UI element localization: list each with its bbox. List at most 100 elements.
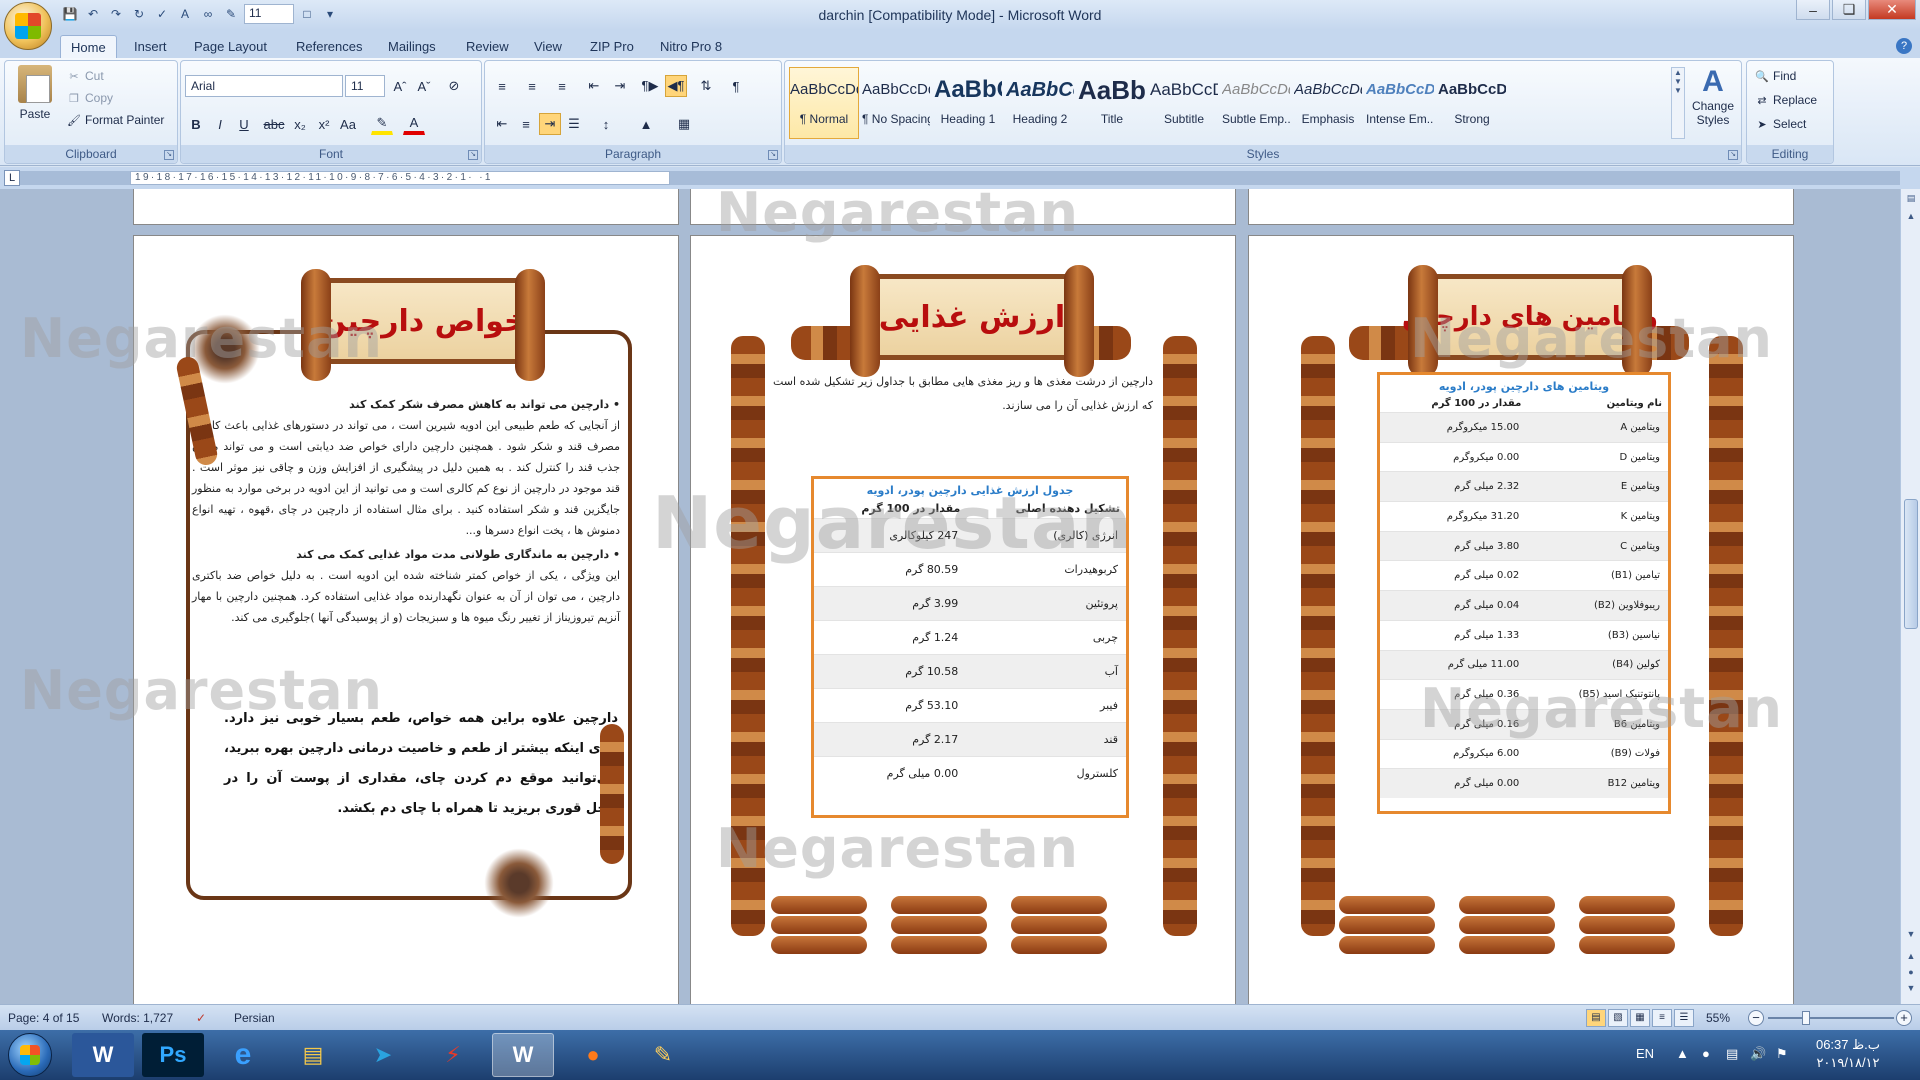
style-title[interactable]: AaBbC Title	[1077, 67, 1147, 139]
telegram-icon[interactable]: ➤	[352, 1033, 414, 1077]
tab-page-layout[interactable]: Page Layout	[184, 35, 277, 58]
style-emphasis[interactable]: AaBbCcDd Emphasis	[1293, 67, 1363, 139]
increase-indent-icon[interactable]: ⇥	[609, 75, 631, 97]
tab-view[interactable]: View	[524, 35, 572, 58]
multilevel-list-icon[interactable]: ≡	[551, 75, 573, 97]
style-heading-2[interactable]: AaBbCc Heading 2	[1005, 67, 1075, 139]
page-vitamins[interactable]: ویتامین های دارچین ویتامین های دارچین پو…	[1248, 235, 1794, 1004]
zoom-in-icon[interactable]: +	[1896, 1010, 1912, 1026]
browse-object-icon[interactable]: ●	[1904, 967, 1918, 977]
scroll-up-icon[interactable]: ▲	[1904, 211, 1918, 221]
tab-references[interactable]: References	[286, 35, 372, 58]
superscript-icon[interactable]: x²	[313, 113, 335, 135]
show-marks-icon[interactable]: ¶	[725, 75, 747, 97]
zoom-level[interactable]: 55%	[1706, 1011, 1730, 1025]
find-button[interactable]: 🔍 Find	[1755, 69, 1796, 83]
tab-insert[interactable]: Insert	[124, 35, 177, 58]
style-normal[interactable]: AaBbCcDd ¶ Normal	[789, 67, 859, 139]
line-spacing-icon[interactable]: ↕	[595, 113, 617, 135]
action-center-icon[interactable]: ⚑	[1776, 1046, 1788, 1062]
display-icon[interactable]: ▤	[1726, 1046, 1738, 1062]
ltr-icon[interactable]: ¶▶	[639, 75, 661, 97]
page-properties[interactable]: خواص دارچین • دارچین می تواند به کاهش مص…	[133, 235, 679, 1004]
align-right-icon[interactable]: ⇥	[539, 113, 561, 135]
copy-button[interactable]: ❐ Copy	[67, 91, 113, 105]
tab-review[interactable]: Review	[456, 35, 519, 58]
align-left-icon[interactable]: ⇤	[491, 113, 513, 135]
style-strong[interactable]: AaBbCcDc Strong	[1437, 67, 1507, 139]
clock[interactable]: 06:37 ب.ظ ۲۰۱۹/۱۸/۱۲	[1816, 1036, 1880, 1072]
rtl-icon[interactable]: ◀¶	[665, 75, 687, 97]
start-button[interactable]	[8, 1033, 52, 1077]
style-no-spacing[interactable]: AaBbCcDd ¶ No Spacing	[861, 67, 931, 139]
change-styles-button[interactable]: A Change Styles	[1687, 65, 1739, 127]
flash-icon[interactable]: ⚡	[422, 1033, 484, 1077]
next-page-icon[interactable]: ▼	[1904, 983, 1918, 993]
bold-icon[interactable]: B	[185, 113, 207, 135]
word-count[interactable]: Words: 1,727	[102, 1011, 173, 1025]
photoshop-taskbar-icon[interactable]: Ps	[142, 1033, 204, 1077]
style-subtitle[interactable]: AaBbCcD Subtitle	[1149, 67, 1219, 139]
page-count[interactable]: Page: 4 of 15	[8, 1011, 79, 1025]
change-case-icon[interactable]: Aa	[337, 113, 359, 135]
styles-gallery-scroll[interactable]: ▲ ▼ ▼	[1671, 67, 1685, 139]
format-painter-button[interactable]: 🖌 Format Painter	[67, 113, 164, 127]
web-layout-icon[interactable]: ▦	[1630, 1009, 1650, 1027]
font-family-select[interactable]: Arial	[185, 75, 343, 97]
paste-button[interactable]: Paste	[11, 65, 59, 141]
replace-button[interactable]: ⇄ Replace	[1755, 93, 1817, 107]
style-heading-1[interactable]: AaBbC Heading 1	[933, 67, 1003, 139]
strikethrough-icon[interactable]: abc	[263, 113, 285, 135]
draft-view-icon[interactable]: ☰	[1674, 1009, 1694, 1027]
select-button[interactable]: ➤ Select	[1755, 117, 1806, 131]
scrollbar-thumb[interactable]	[1904, 499, 1918, 629]
previous-page-icon[interactable]: ▲	[1904, 951, 1918, 961]
shading-icon[interactable]: ▲	[635, 113, 657, 135]
volume-icon[interactable]: 🔊	[1750, 1046, 1766, 1062]
minimize-button[interactable]: –	[1796, 0, 1830, 20]
font-launcher-icon[interactable]: ↘	[468, 150, 478, 160]
style-intense-emphasis[interactable]: AaBbCcDd Intense Em...	[1365, 67, 1435, 139]
numbering-icon[interactable]: ≡	[521, 75, 543, 97]
clear-formatting-icon[interactable]: ⊘	[443, 75, 465, 97]
shrink-font-icon[interactable]: Aˇ	[413, 75, 435, 97]
word-active-window-icon[interactable]: W	[492, 1033, 554, 1077]
zoom-slider-track[interactable]	[1768, 1017, 1894, 1019]
ruler-toggle-icon[interactable]: ▤	[1904, 193, 1918, 204]
sort-icon[interactable]: ⇅	[695, 75, 717, 97]
file-explorer-icon[interactable]: ▤	[282, 1033, 344, 1077]
firefox-icon[interactable]: ●	[562, 1033, 624, 1077]
decrease-indent-icon[interactable]: ⇤	[583, 75, 605, 97]
tab-mailings[interactable]: Mailings	[378, 35, 446, 58]
subscript-icon[interactable]: x₂	[289, 113, 311, 135]
paint-icon[interactable]: ✎	[632, 1033, 694, 1077]
scroll-down-icon[interactable]: ▼	[1904, 929, 1918, 939]
paragraph-launcher-icon[interactable]: ↘	[768, 150, 778, 160]
tab-home[interactable]: Home	[60, 35, 117, 58]
zoom-out-icon[interactable]: −	[1748, 1010, 1764, 1026]
outline-view-icon[interactable]: ≡	[1652, 1009, 1672, 1027]
print-layout-icon[interactable]: ▤	[1586, 1009, 1606, 1027]
language-indicator[interactable]: Persian	[234, 1011, 275, 1025]
vertical-scrollbar[interactable]: ▤ ▲ ▼ ▲ ● ▼	[1900, 189, 1920, 1004]
restore-button[interactable]: ❏	[1832, 0, 1866, 20]
page-nutrition[interactable]: ارزش غذایی دارچین از درشت مغذی ها و ریز …	[690, 235, 1236, 1004]
justify-icon[interactable]: ☰	[563, 113, 585, 135]
bullets-icon[interactable]: ≡	[491, 75, 513, 97]
borders-icon[interactable]: ▦	[673, 113, 695, 135]
office-button[interactable]	[4, 2, 52, 50]
proofing-icon[interactable]: ✓	[196, 1011, 206, 1025]
align-center-icon[interactable]: ≡	[515, 113, 537, 135]
help-icon[interactable]: ?	[1896, 38, 1912, 54]
input-language[interactable]: EN	[1636, 1046, 1654, 1061]
tab-selector-icon[interactable]: L	[4, 170, 20, 186]
network-status-icon[interactable]: ●	[1702, 1046, 1710, 1061]
tab-nitro-pro[interactable]: Nitro Pro 8	[650, 35, 732, 58]
clipboard-launcher-icon[interactable]: ↘	[164, 150, 174, 160]
highlight-icon[interactable]: ✎	[371, 113, 393, 135]
font-color-icon[interactable]: A	[403, 113, 425, 135]
word-taskbar-icon[interactable]: W	[72, 1033, 134, 1077]
tray-expand-icon[interactable]: ▲	[1676, 1046, 1689, 1061]
cut-button[interactable]: ✂ Cut	[67, 69, 103, 83]
italic-icon[interactable]: I	[209, 113, 231, 135]
